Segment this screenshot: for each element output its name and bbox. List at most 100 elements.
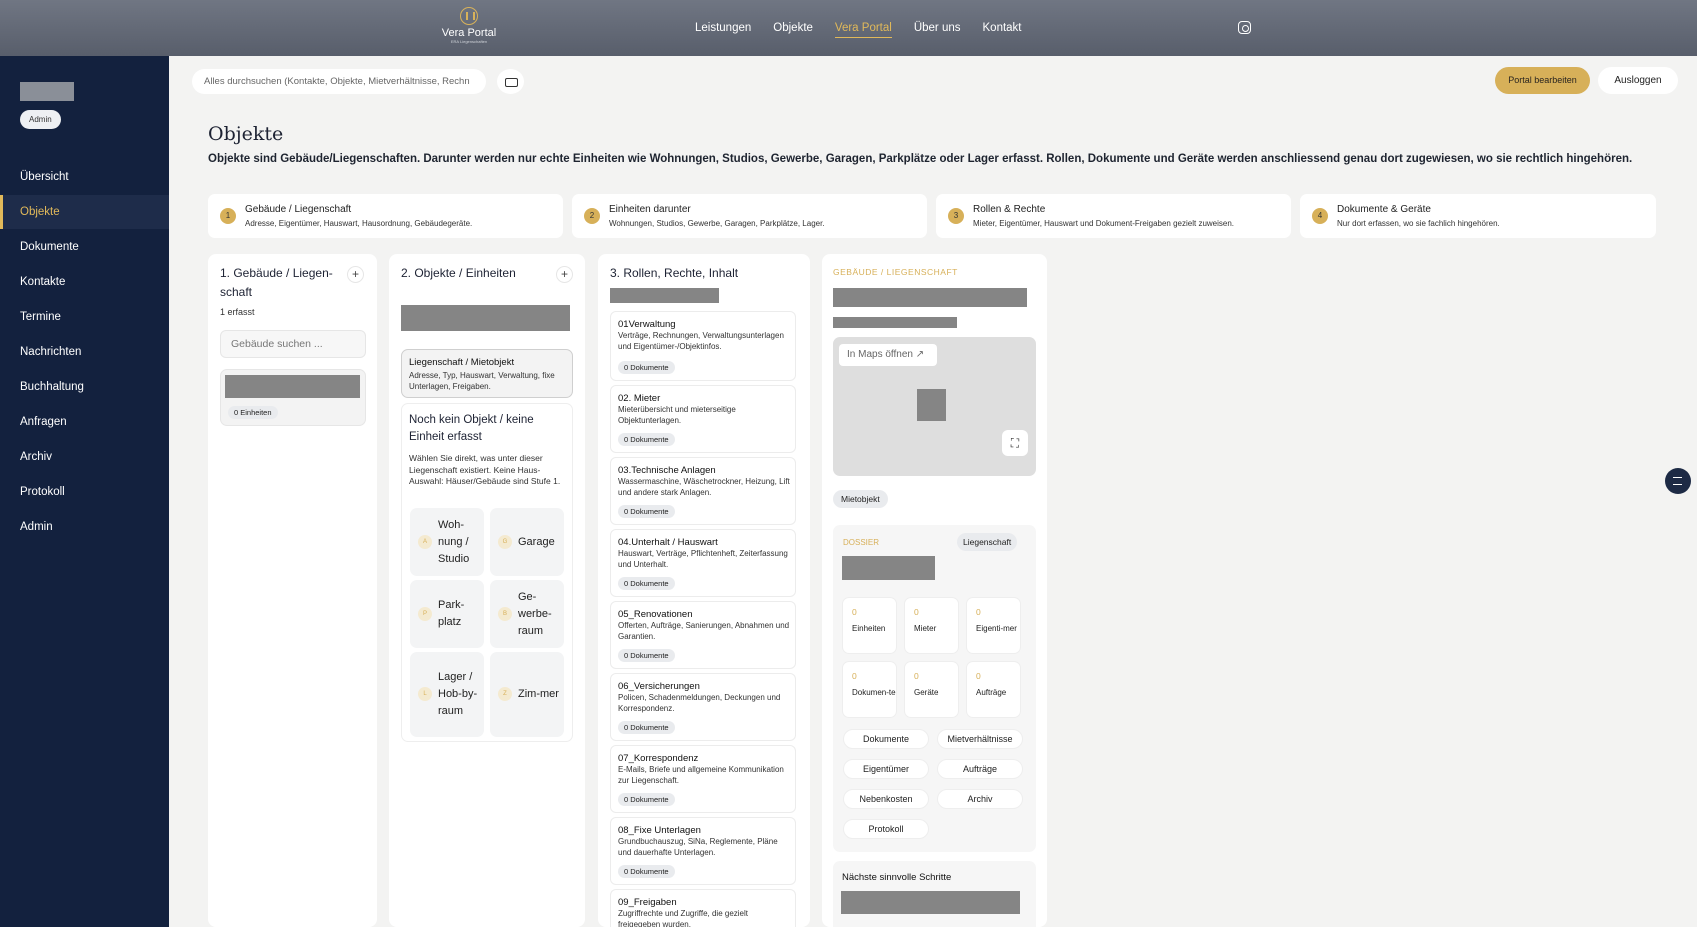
dossier-archiv-button[interactable]: Archiv	[937, 789, 1023, 809]
stat-label: Eigenti-mer	[976, 624, 1017, 633]
dossier-auftraege-button[interactable]: Aufträge	[937, 759, 1023, 779]
folder-docs-badge: 0 Dokumente	[618, 793, 675, 806]
building-search-input[interactable]: Gebäude suchen ...	[220, 330, 366, 358]
nav-vera-portal[interactable]: Vera Portal	[824, 0, 903, 56]
stat-label: Dokumen-te	[852, 688, 896, 697]
folder-card[interactable]: 06_Versicherungen Policen, Schadenmeldung…	[610, 673, 796, 741]
sidebar-item-admin[interactable]: Admin	[0, 510, 169, 544]
property-type-badge: Mietobjekt	[833, 490, 888, 508]
step-title: Dokumente & Geräte	[1337, 204, 1431, 215]
empty-units-title: Noch kein Objekt / keine Einheit erfasst	[409, 414, 534, 443]
dossier-nebenkosten-button[interactable]: Nebenkosten	[843, 789, 929, 809]
folder-desc: Offerten, Aufträge, Sanierungen, Abnahme…	[618, 621, 790, 641]
unit-type-zimmer[interactable]: Z Zim-mer	[490, 652, 564, 737]
open-in-maps-button[interactable]: In Maps öffnen ↗	[839, 344, 937, 366]
sidebar-item-anfragen[interactable]: Anfragen	[0, 405, 169, 439]
folder-title: 02. Mieter	[618, 393, 661, 404]
stat-mieter[interactable]: 0 Mieter	[904, 597, 959, 654]
roles-subtitle-redacted	[610, 288, 719, 303]
stat-value: 0	[976, 607, 981, 617]
folder-title: 06_Versicherungen	[618, 681, 700, 692]
dossier-eigentuemer-button[interactable]: Eigentümer	[843, 759, 929, 779]
global-search-input[interactable]: Alles durchsuchen (Kontakte, Objekte, Mi…	[192, 69, 486, 94]
vera-portal-logo[interactable]: Vera Portal ERA Liegenschaften	[438, 7, 500, 44]
folder-card[interactable]: 05_Renovationen Offerten, Aufträge, Sanie…	[610, 601, 796, 669]
step-card-4: 4 Dokumente & Geräte Nur dort erfassen, …	[1300, 194, 1656, 238]
next-steps-redacted	[841, 891, 1020, 914]
folder-card[interactable]: 03.Technische Anlagen Wassermaschine, Wäs…	[610, 457, 796, 525]
instagram-icon[interactable]	[1238, 21, 1251, 34]
unit-type-garage[interactable]: G Garage	[490, 508, 564, 576]
unit-type-lager[interactable]: L Lager / Hob-by-raum	[410, 652, 484, 737]
sidebar-item-objekte[interactable]: Objekte	[0, 195, 169, 229]
sidebar-item-nachrichten[interactable]: Nachrichten	[0, 335, 169, 369]
unit-type-wohnung[interactable]: A Woh-nung / Studio	[410, 508, 484, 576]
open-in-maps-label: In Maps öffnen	[847, 349, 913, 360]
step-desc: Nur dort erfassen, wo sie fachlich hinge…	[1337, 219, 1500, 228]
stat-eigentuemer[interactable]: 0 Eigenti-mer	[966, 597, 1021, 654]
stat-geraete[interactable]: 0 Geräte	[904, 661, 959, 718]
role-badge: Admin	[20, 110, 61, 129]
garage-icon: G	[498, 535, 512, 549]
folder-card[interactable]: 07_Korrespondenz E-Mails, Briefe und allg…	[610, 745, 796, 813]
stat-dokumente[interactable]: 0 Dokumen-te	[842, 661, 897, 718]
nav-ueber-uns[interactable]: Über uns	[903, 0, 972, 56]
logo-subtitle: ERA Liegenschaften	[450, 39, 488, 44]
dossier-mietverhaeltnisse-button[interactable]: Mietverhältnisse	[937, 729, 1023, 749]
folder-card[interactable]: 04.Unterhalt / Hauswart Hauswart, Verträg…	[610, 529, 796, 597]
next-steps-title: Nächste sinnvolle Schritte	[842, 872, 952, 883]
add-unit-button[interactable]: +	[556, 266, 573, 283]
add-building-button[interactable]: +	[347, 266, 364, 283]
floating-menu-icon[interactable]	[1665, 468, 1691, 494]
stat-label: Geräte	[914, 688, 939, 697]
nav-kontakt[interactable]: Kontakt	[972, 0, 1033, 56]
step-title: Rollen & Rechte	[973, 204, 1046, 215]
sidebar-item-buchhaltung[interactable]: Buchhaltung	[0, 370, 169, 404]
sidebar-item-uebersicht[interactable]: Übersicht	[0, 160, 169, 194]
folder-card[interactable]: 08_Fixe Unterlagen Grundbuchauszug, SiNa,…	[610, 817, 796, 885]
step-number: 3	[948, 208, 964, 224]
building-name-redacted	[225, 375, 360, 398]
folder-card[interactable]: 09_Freigaben Zugriffrechte und Zugriffe, …	[610, 889, 796, 927]
folder-desc: Zugriffrechte und Zugriffe, die gezielt …	[618, 909, 748, 927]
stat-auftraege[interactable]: 0 Aufträge	[966, 661, 1021, 718]
folder-docs-badge: 0 Dokumente	[618, 361, 675, 374]
logout-button[interactable]: Ausloggen	[1598, 67, 1678, 94]
ticket-filter-icon[interactable]	[497, 69, 524, 94]
roles-column-title: 3. Rollen, Rechte, Inhalt	[610, 266, 739, 280]
nav-leistungen[interactable]: Leistungen	[684, 0, 762, 56]
stat-einheiten[interactable]: 0 Einheiten	[842, 597, 897, 654]
folder-card[interactable]: 01Verwaltung Verträge, Rechnungen, Verwal…	[610, 311, 796, 381]
sidebar-item-kontakte[interactable]: Kontakte	[0, 265, 169, 299]
folder-desc: Verträge, Rechnungen, Verwaltungsunterla…	[618, 331, 784, 351]
sidebar-item-archiv[interactable]: Archiv	[0, 440, 169, 474]
sidebar-item-termine[interactable]: Termine	[0, 300, 169, 334]
step-title: Einheiten darunter	[609, 204, 691, 215]
unit-type-gewerberaum[interactable]: B Ge-werbe-raum	[490, 580, 564, 648]
sidebar-item-dokumente[interactable]: Dokumente	[0, 230, 169, 264]
step-card-2: 2 Einheiten darunter Wohnungen, Studios,…	[572, 194, 927, 238]
unit-type-parkplatz[interactable]: P Park-platz	[410, 580, 484, 648]
folder-title: 07_Korrespondenz	[618, 753, 699, 764]
page-title: Objekte	[208, 123, 284, 145]
stat-label: Aufträge	[976, 688, 1007, 697]
nav-vera-portal-label: Vera Portal	[834, 22, 892, 38]
unit-type-label: Garage	[518, 535, 555, 548]
folder-desc: Hauswart, Verträge, Pflichtenheft, Zeite…	[618, 549, 788, 569]
user-name-redacted	[20, 82, 74, 101]
dossier-protokoll-button[interactable]: Protokoll	[843, 819, 929, 839]
folder-title: 08_Fixe Unterlagen	[618, 825, 701, 836]
buildings-column-title-line2: schaft	[220, 285, 253, 299]
edit-portal-button[interactable]: Portal bearbeiten	[1495, 67, 1590, 94]
fullscreen-icon[interactable]: ⛶	[1002, 430, 1028, 456]
folder-card[interactable]: 02. Mieter Mieterübersicht und mieterseit…	[610, 385, 796, 453]
folder-desc: Wassermaschine, Wäschetrockner, Heizung,…	[618, 477, 790, 497]
dossier-dokumente-button[interactable]: Dokumente	[843, 729, 929, 749]
folder-desc: E-Mails, Briefe und allgemeine Kommunika…	[618, 765, 784, 785]
stat-value: 0	[852, 671, 857, 681]
unit-type-label: Zim-mer	[518, 688, 559, 700]
sidebar-item-protokoll[interactable]: Protokoll	[0, 475, 169, 509]
nav-objekte[interactable]: Objekte	[762, 0, 824, 56]
storage-icon: L	[418, 687, 432, 701]
unit-type-label: Lager / Hob-by-raum	[438, 671, 478, 717]
